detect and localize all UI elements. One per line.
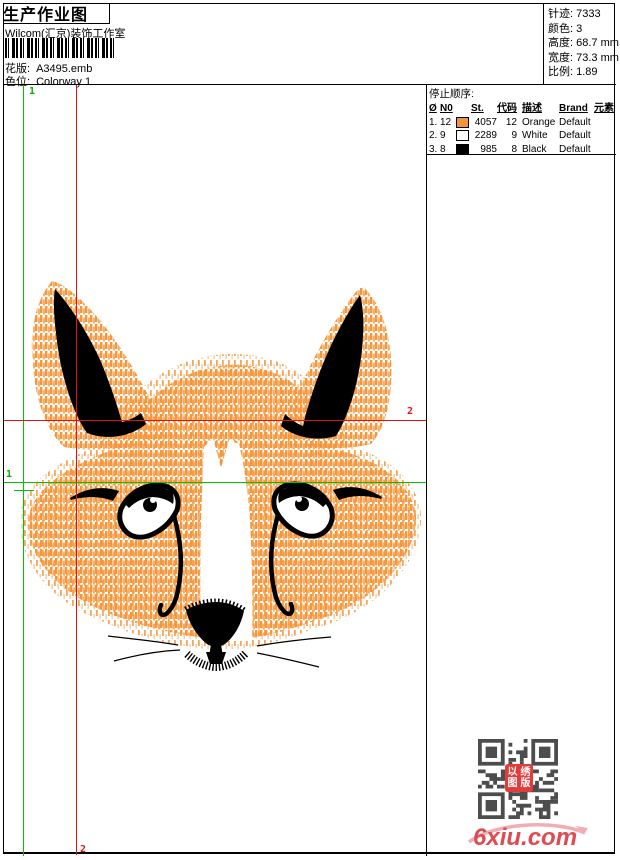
table-header-row: Ø N0 St. 代码 描述 Brand 元素 (429, 103, 614, 114)
hoop-guide-vertical-green (23, 85, 24, 856)
watermark-text: 6xiu.com (473, 824, 578, 851)
stat-ratio: 比例: 1.89 (548, 66, 598, 78)
panel-divider (426, 84, 427, 856)
highlight-left (150, 497, 156, 503)
color-swatch (456, 130, 469, 142)
table-row: 1. 12 4057 12 Orange Default (429, 116, 591, 128)
barcode (5, 38, 115, 58)
red-seal-stamp: 以绣图版 (505, 764, 533, 792)
hoop-guide-horizontal-red (4, 420, 426, 421)
stat-height: 高度: 68.7 mm (548, 37, 619, 49)
start-point-tick (14, 490, 34, 491)
guide-label-2-right: 2 (407, 406, 414, 417)
guide-label-1-left: 1 (6, 469, 13, 480)
stop-sequence-title: 停止顺序: (429, 88, 474, 100)
page-title: 生产作业图 (3, 7, 89, 24)
stop-sequence-table: 停止顺序: Ø N0 St. 代码 描述 Brand 元素 1. 12 4057 12 Orange… (429, 86, 616, 156)
hoop-guide-horizontal-green (4, 482, 426, 483)
table-row: 3. 8 985 8 Black Default (429, 143, 591, 155)
mouth-center (206, 652, 226, 664)
site-watermark: 6xiu.com (465, 818, 590, 856)
hoop-guide-vertical-red (76, 85, 77, 855)
embroidery-design-fox (19, 281, 422, 672)
guide-label-2-bottom: 2 (80, 844, 87, 855)
table-row: 2. 9 2289 9 White Default (429, 130, 591, 142)
production-worksheet: 生产作业图 Wilcom(汇京)装饰工作室 花版: A3495.emb 色位: Co… (0, 0, 620, 860)
stat-colors: 颜色: 3 (548, 22, 583, 35)
highlight-right (296, 496, 302, 502)
stat-width: 宽度: 73.3 mm (548, 51, 619, 64)
color-swatch (456, 143, 469, 155)
design-stats-panel: 针迹: 7333 颜色: 3 高度: 68.7 mm 宽度: 73.3 mm 比… (543, 3, 619, 84)
guide-label-1-top: 1 (29, 86, 36, 97)
stat-stitches: 针迹: 7333 (548, 8, 601, 20)
color-swatch (456, 116, 469, 128)
